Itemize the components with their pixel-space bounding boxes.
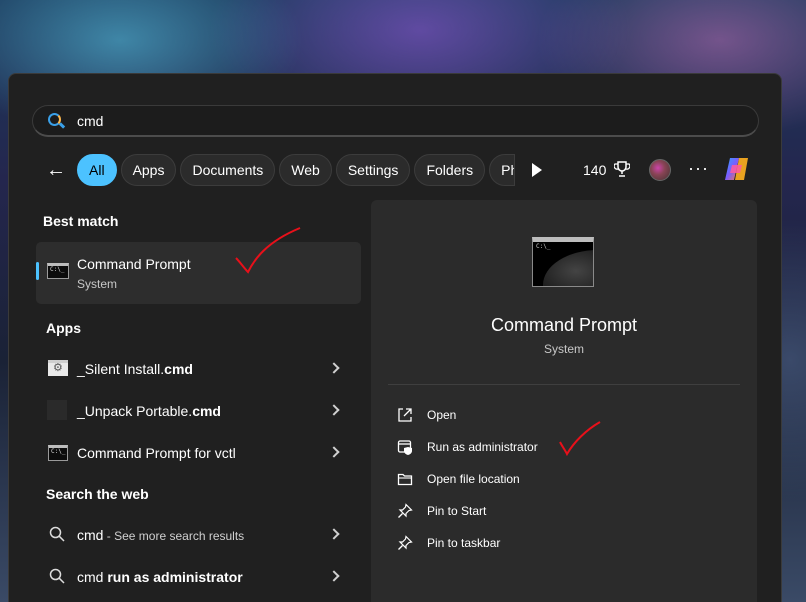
web-search-suggestion: run as administrator <box>103 569 243 585</box>
shield-window-icon <box>397 440 412 455</box>
action-label: Pin to taskbar <box>427 536 501 550</box>
list-item-label-prefix: Command Prompt for vctl <box>77 445 236 461</box>
best-match-title: Command Prompt <box>77 256 191 272</box>
best-match-subtitle: System <box>77 277 118 291</box>
web-search-hint: - See more search results <box>103 529 245 543</box>
open-file-location-action[interactable]: Open file location <box>397 469 520 489</box>
pin-icon <box>398 503 413 518</box>
action-label: Open <box>427 408 457 422</box>
action-label: Pin to Start <box>427 504 487 518</box>
list-item-label-match: cmd <box>192 403 221 419</box>
rewards-points-count: 140 <box>583 162 607 178</box>
file-icon <box>47 400 67 420</box>
red-checkmark-annotation <box>559 421 601 457</box>
web-search-query: cmd <box>77 527 104 543</box>
list-item-label: Command Prompt for vctl <box>77 445 236 461</box>
script-file-icon <box>48 360 68 376</box>
filter-chip-folders[interactable]: Folders <box>414 154 486 186</box>
list-item-label-prefix: _Silent Install. <box>77 361 165 377</box>
search-icon <box>49 526 65 542</box>
detail-subtitle: System <box>543 342 584 356</box>
filter-bar: ← All Apps Documents Web Settings Folder… <box>40 154 519 186</box>
filter-chip-documents[interactable]: Documents <box>180 154 276 186</box>
action-label: Open file location <box>427 472 520 486</box>
command-prompt-icon <box>47 263 69 279</box>
action-label: Run as administrator <box>427 440 538 454</box>
filter-chip-photos[interactable]: Ph <box>489 154 516 186</box>
command-prompt-icon <box>48 445 68 461</box>
pin-to-start-action[interactable]: Pin to Start <box>397 501 486 521</box>
user-avatar[interactable] <box>649 159 671 181</box>
selection-indicator <box>36 262 39 280</box>
folder-icon <box>397 473 413 486</box>
filter-chip-web[interactable]: Web <box>279 154 332 186</box>
list-item-label-match: cmd <box>164 361 193 377</box>
command-prompt-large-icon: C:\_ <box>532 237 594 287</box>
search-icon <box>49 568 65 584</box>
divider <box>388 384 740 385</box>
scroll-filters-play-icon[interactable] <box>530 162 544 178</box>
web-search-query: cmd <box>77 569 104 585</box>
filter-chip-settings[interactable]: Settings <box>335 154 411 186</box>
best-match-command-prompt[interactable] <box>36 242 361 304</box>
apps-heading: Apps <box>46 320 81 336</box>
more-options-button[interactable]: ··· <box>688 158 709 179</box>
search-the-web-heading: Search the web <box>46 486 149 502</box>
open-external-icon <box>398 408 412 422</box>
filter-chip-all[interactable]: All <box>77 154 117 186</box>
detail-title: Command Prompt <box>490 315 638 335</box>
open-action[interactable]: Open <box>397 405 456 425</box>
filter-chip-apps[interactable]: Apps <box>120 154 177 186</box>
run-as-administrator-action[interactable]: Run as administrator <box>397 437 538 457</box>
web-search-label: cmd run as administrator <box>77 569 243 585</box>
red-checkmark-annotation <box>235 227 301 274</box>
back-button[interactable]: ← <box>40 154 72 186</box>
copilot-icon[interactable] <box>722 155 752 183</box>
list-item-label: _Unpack Portable.cmd <box>77 403 221 419</box>
list-item-label-prefix: _Unpack Portable. <box>77 403 193 419</box>
search-input[interactable] <box>77 112 677 129</box>
trophy-icon[interactable] <box>614 160 630 178</box>
web-search-label: cmd - See more search results <box>77 527 244 543</box>
pin-to-taskbar-action[interactable]: Pin to taskbar <box>397 533 500 553</box>
search-box[interactable] <box>32 105 759 137</box>
pin-icon <box>398 535 413 550</box>
best-match-heading: Best match <box>43 213 119 229</box>
search-icon <box>47 112 66 130</box>
list-item-label: _Silent Install.cmd <box>77 361 193 377</box>
